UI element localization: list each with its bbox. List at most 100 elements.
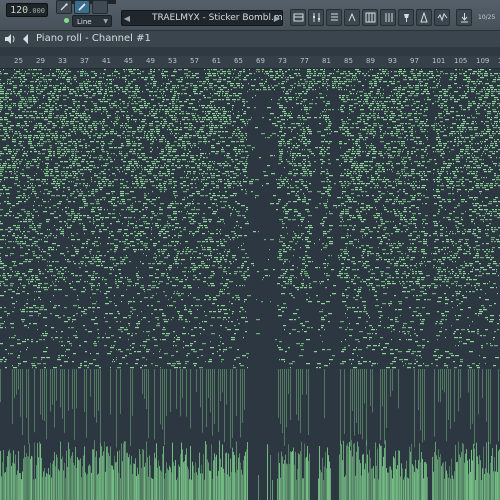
note[interactable] <box>270 203 274 205</box>
note[interactable] <box>58 157 61 159</box>
note[interactable] <box>489 219 492 221</box>
note[interactable] <box>189 125 190 127</box>
note[interactable] <box>226 99 230 101</box>
note[interactable] <box>84 233 85 235</box>
note[interactable] <box>4 149 7 151</box>
note[interactable] <box>495 197 498 199</box>
note[interactable] <box>485 71 487 73</box>
note[interactable] <box>81 151 82 153</box>
note[interactable] <box>377 169 380 171</box>
note[interactable] <box>296 123 300 125</box>
note[interactable] <box>287 77 289 79</box>
note[interactable] <box>256 89 259 91</box>
note[interactable] <box>44 189 48 191</box>
note[interactable] <box>419 237 420 239</box>
note[interactable] <box>150 147 152 149</box>
note[interactable] <box>211 145 214 147</box>
note[interactable] <box>218 107 220 109</box>
note[interactable] <box>359 73 360 75</box>
note[interactable] <box>354 151 356 153</box>
note[interactable] <box>124 233 127 235</box>
note[interactable] <box>455 137 456 139</box>
note[interactable] <box>107 209 108 211</box>
note[interactable] <box>95 189 98 191</box>
note[interactable] <box>209 85 212 87</box>
note[interactable] <box>143 221 147 223</box>
note[interactable] <box>173 191 177 193</box>
note[interactable] <box>345 135 346 137</box>
note[interactable] <box>401 129 404 131</box>
note[interactable] <box>307 77 311 79</box>
note[interactable] <box>479 159 482 161</box>
note[interactable] <box>78 115 82 117</box>
note[interactable] <box>113 205 117 207</box>
note[interactable] <box>235 77 239 79</box>
note[interactable] <box>43 79 47 81</box>
note[interactable] <box>128 83 131 85</box>
note[interactable] <box>211 147 215 149</box>
note[interactable] <box>284 107 287 109</box>
note[interactable] <box>169 175 170 177</box>
note[interactable] <box>134 163 138 165</box>
note[interactable] <box>116 107 117 109</box>
note[interactable] <box>195 119 197 121</box>
note[interactable] <box>126 69 127 71</box>
note[interactable] <box>70 123 74 125</box>
note[interactable] <box>352 149 354 151</box>
note[interactable] <box>413 215 414 217</box>
note[interactable] <box>200 91 203 93</box>
note[interactable] <box>32 237 35 239</box>
note[interactable] <box>67 151 70 153</box>
note[interactable] <box>171 111 175 113</box>
note[interactable] <box>103 177 106 179</box>
note[interactable] <box>70 195 72 197</box>
note[interactable] <box>83 215 86 217</box>
note[interactable] <box>358 171 360 173</box>
note[interactable] <box>27 107 31 109</box>
note[interactable] <box>208 237 212 239</box>
note[interactable] <box>416 101 420 103</box>
note[interactable] <box>210 189 212 191</box>
note[interactable] <box>323 81 324 83</box>
note[interactable] <box>480 73 483 75</box>
note[interactable] <box>58 165 60 167</box>
note[interactable] <box>418 213 421 215</box>
note[interactable] <box>46 105 50 107</box>
note[interactable] <box>437 185 439 187</box>
note[interactable] <box>114 147 117 149</box>
note[interactable] <box>275 75 276 77</box>
note[interactable] <box>326 177 328 179</box>
note[interactable] <box>271 173 275 175</box>
note[interactable] <box>292 159 293 161</box>
note[interactable] <box>357 151 361 153</box>
note[interactable] <box>414 183 415 185</box>
note[interactable] <box>279 71 281 73</box>
note[interactable] <box>122 77 126 79</box>
note[interactable] <box>340 73 344 75</box>
note[interactable] <box>3 127 7 129</box>
note[interactable] <box>18 77 21 79</box>
note[interactable] <box>154 237 155 239</box>
note[interactable] <box>21 83 22 85</box>
note[interactable] <box>24 109 26 111</box>
note[interactable] <box>14 69 15 71</box>
note[interactable] <box>245 147 246 149</box>
note[interactable] <box>9 99 12 101</box>
note[interactable] <box>417 165 420 167</box>
note[interactable] <box>393 181 394 183</box>
note[interactable] <box>287 151 288 153</box>
note[interactable] <box>44 119 48 121</box>
note[interactable] <box>171 145 175 147</box>
note[interactable] <box>290 91 291 93</box>
note[interactable] <box>378 79 382 81</box>
note[interactable] <box>349 113 350 115</box>
note[interactable] <box>65 123 68 125</box>
note[interactable] <box>173 95 176 97</box>
note[interactable] <box>444 95 448 97</box>
note[interactable] <box>122 123 123 125</box>
note[interactable] <box>35 81 37 83</box>
note[interactable] <box>346 95 349 97</box>
note[interactable] <box>305 105 306 107</box>
note[interactable] <box>147 103 150 105</box>
note[interactable] <box>370 103 374 105</box>
